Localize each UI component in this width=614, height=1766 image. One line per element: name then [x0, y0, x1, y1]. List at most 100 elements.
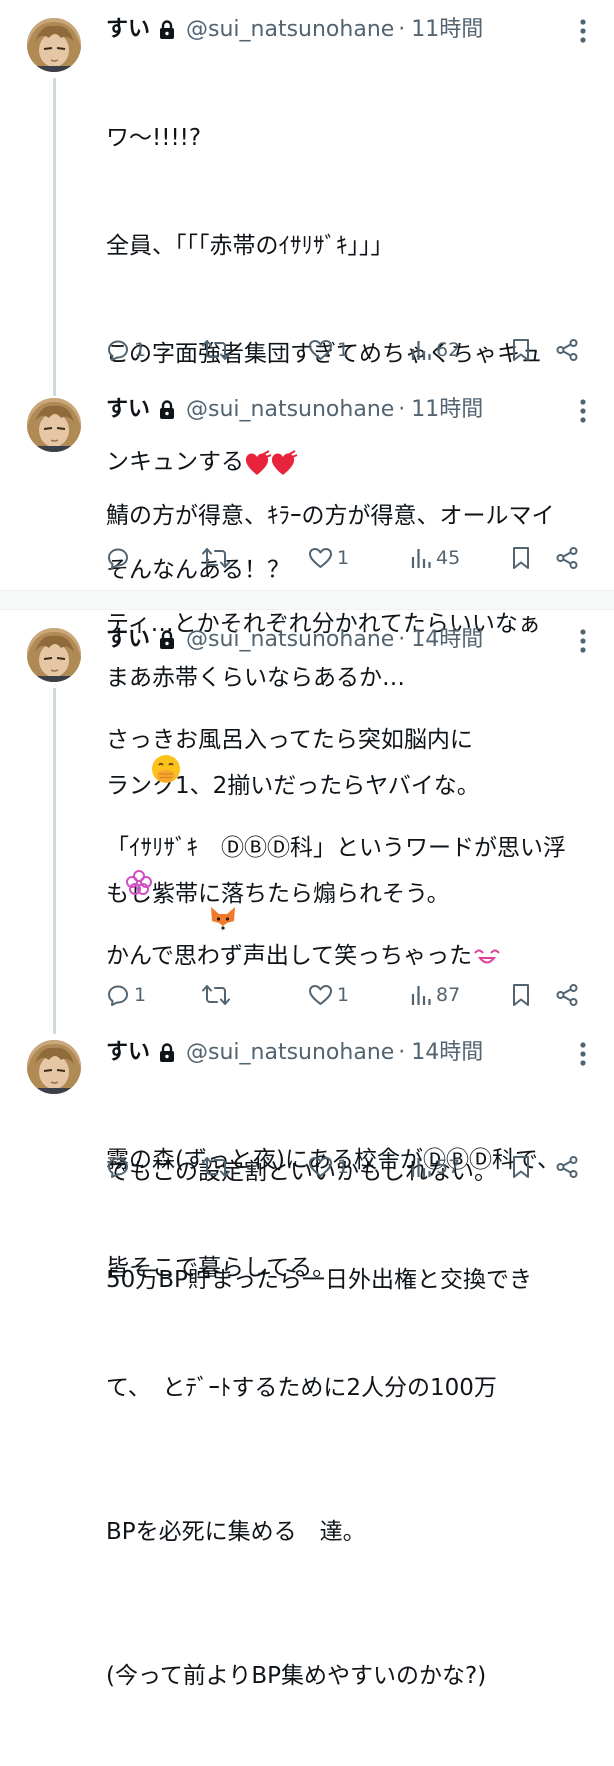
like-count: 1: [337, 339, 350, 361]
avatar[interactable]: [27, 1040, 81, 1094]
dot-separator: ·: [398, 1040, 406, 1065]
reply-icon: [108, 548, 128, 569]
avatar-illustration: [27, 398, 81, 452]
heart-icon: [309, 340, 332, 360]
avatar-illustration: [27, 18, 81, 72]
tweet-line: 「ｲｻﾘｻﾞｷ ⒹⒷⒹ科」というワードが思い浮: [106, 835, 566, 861]
like-count: 1: [337, 1156, 350, 1178]
tweet[interactable]: すい @sui_natsunohane · 14時間 霧の森(ずっと夜)にある校…: [0, 1030, 614, 1281]
share-icon: [556, 984, 578, 1006]
share-button[interactable]: [555, 543, 579, 573]
display-name[interactable]: すい: [106, 1038, 150, 1068]
like-button[interactable]: 1: [308, 980, 349, 1010]
tweet-text: 霧の森(ずっと夜)にある校舎がⒹⒷⒹ科で、 皆そこで暮らしてる。: [106, 1070, 596, 1358]
retweet-button[interactable]: [202, 335, 234, 365]
tweet-actions: 1 57: [106, 1152, 586, 1182]
views-button[interactable]: 57: [410, 1152, 460, 1182]
reply-count: 1: [134, 339, 147, 361]
laughing-face-icon: [474, 949, 500, 963]
share-button[interactable]: [555, 980, 579, 1010]
avatar[interactable]: [27, 18, 81, 72]
tweet-actions: 1 1 62: [106, 335, 586, 365]
retweet-button[interactable]: [202, 543, 234, 573]
bookmark-icon: [513, 1156, 529, 1178]
share-icon: [556, 547, 578, 569]
bookmark-icon: [513, 547, 529, 569]
view-count: 45: [436, 547, 461, 569]
dot-separator: ·: [398, 17, 406, 42]
display-name[interactable]: すい: [106, 395, 150, 425]
tweet-actions: 1 1 87: [106, 980, 586, 1010]
display-name[interactable]: すい: [106, 15, 150, 45]
views-button[interactable]: 45: [410, 543, 460, 573]
share-button[interactable]: [555, 1152, 579, 1182]
tweet-header: すい @sui_natsunohane · 11時間: [106, 395, 483, 425]
retweet-button[interactable]: [202, 1152, 234, 1182]
tweet[interactable]: すい @sui_natsunohane · 11時間 ワ〜!!!!? 全員、「「…: [0, 0, 614, 907]
views-button[interactable]: 62: [410, 335, 460, 365]
views-icon: [411, 341, 431, 360]
timestamp[interactable]: 11時間: [411, 395, 483, 425]
tweet-line: (今って前よりBP集めやすいのかな?): [106, 1663, 487, 1689]
more-options-icon[interactable]: [579, 1041, 587, 1067]
lock-icon: [160, 1043, 175, 1062]
avatar-illustration: [27, 1040, 81, 1094]
views-icon: [411, 549, 431, 568]
retweet-button[interactable]: [202, 980, 234, 1010]
share-button[interactable]: [555, 335, 579, 365]
fox-icon: [211, 907, 235, 932]
tweet-line: かんで思わず声出して笑っちゃった: [106, 943, 473, 969]
views-icon: [411, 1158, 431, 1177]
reply-button[interactable]: [106, 1152, 134, 1182]
reply-count: 1: [134, 984, 147, 1006]
reply-button[interactable]: [106, 543, 134, 573]
avatar-illustration: [27, 628, 81, 682]
reply-icon: [108, 340, 128, 361]
more-options-icon[interactable]: [579, 18, 587, 44]
tweet-line: 全員、「「「赤帯のｲｻﾘｻﾞｷ」」」: [106, 233, 394, 259]
reply-icon: [108, 1157, 128, 1178]
tweet-line: 鯖の方が得意、ｷﾗｰの方が得意、オールマイ: [106, 503, 555, 529]
share-icon: [556, 339, 578, 361]
like-count: 1: [337, 547, 350, 569]
tweet[interactable]: すい @sui_natsunohane · 11時間 鯖の方が得意、ｷﾗｰの方が…: [0, 390, 614, 783]
timestamp[interactable]: 11時間: [411, 15, 483, 45]
lock-icon: [160, 20, 175, 39]
lock-icon: [160, 630, 175, 649]
tweet-header: すい @sui_natsunohane · 14時間: [106, 1038, 483, 1068]
heart-icon: [309, 1157, 332, 1177]
view-count: 87: [436, 984, 461, 1006]
like-button[interactable]: 1: [308, 543, 349, 573]
avatar[interactable]: [27, 398, 81, 452]
heart-icon: [309, 548, 332, 568]
lock-icon: [160, 400, 175, 419]
tweet-header: すい @sui_natsunohane · 11時間: [106, 15, 483, 45]
reply-button[interactable]: 1: [106, 335, 146, 365]
username-handle[interactable]: @sui_natsunohane: [186, 395, 394, 425]
tweet-line: て、 とﾃﾞｰﾄするために2人分の100万: [106, 1375, 497, 1401]
avatar[interactable]: [27, 628, 81, 682]
views-button[interactable]: 87: [410, 980, 460, 1010]
views-icon: [411, 986, 431, 1005]
bookmark-button[interactable]: [511, 543, 531, 573]
more-options-icon[interactable]: [579, 398, 587, 424]
reply-icon: [108, 985, 128, 1006]
bookmark-button[interactable]: [511, 980, 531, 1010]
bookmark-button[interactable]: [511, 335, 531, 365]
username-handle[interactable]: @sui_natsunohane: [186, 1038, 394, 1068]
reply-button[interactable]: 1: [106, 980, 146, 1010]
tweet-actions: 1 45: [106, 543, 586, 573]
thread-gap: [0, 591, 614, 609]
bookmark-icon: [513, 339, 529, 361]
username-handle[interactable]: @sui_natsunohane: [186, 15, 394, 45]
bookmark-button[interactable]: [511, 1152, 531, 1182]
like-button[interactable]: 1: [308, 335, 349, 365]
thread-line: [53, 688, 56, 1034]
tweet[interactable]: すい @sui_natsunohane · 14時間 さっきお風呂入ってたら突如…: [0, 610, 614, 1689]
thread-line: [53, 78, 56, 396]
view-count: 62: [436, 339, 461, 361]
like-button[interactable]: 1: [308, 1152, 349, 1182]
timestamp[interactable]: 14時間: [411, 1038, 483, 1068]
retweet-icon: [202, 340, 230, 360]
share-icon: [556, 1156, 578, 1178]
